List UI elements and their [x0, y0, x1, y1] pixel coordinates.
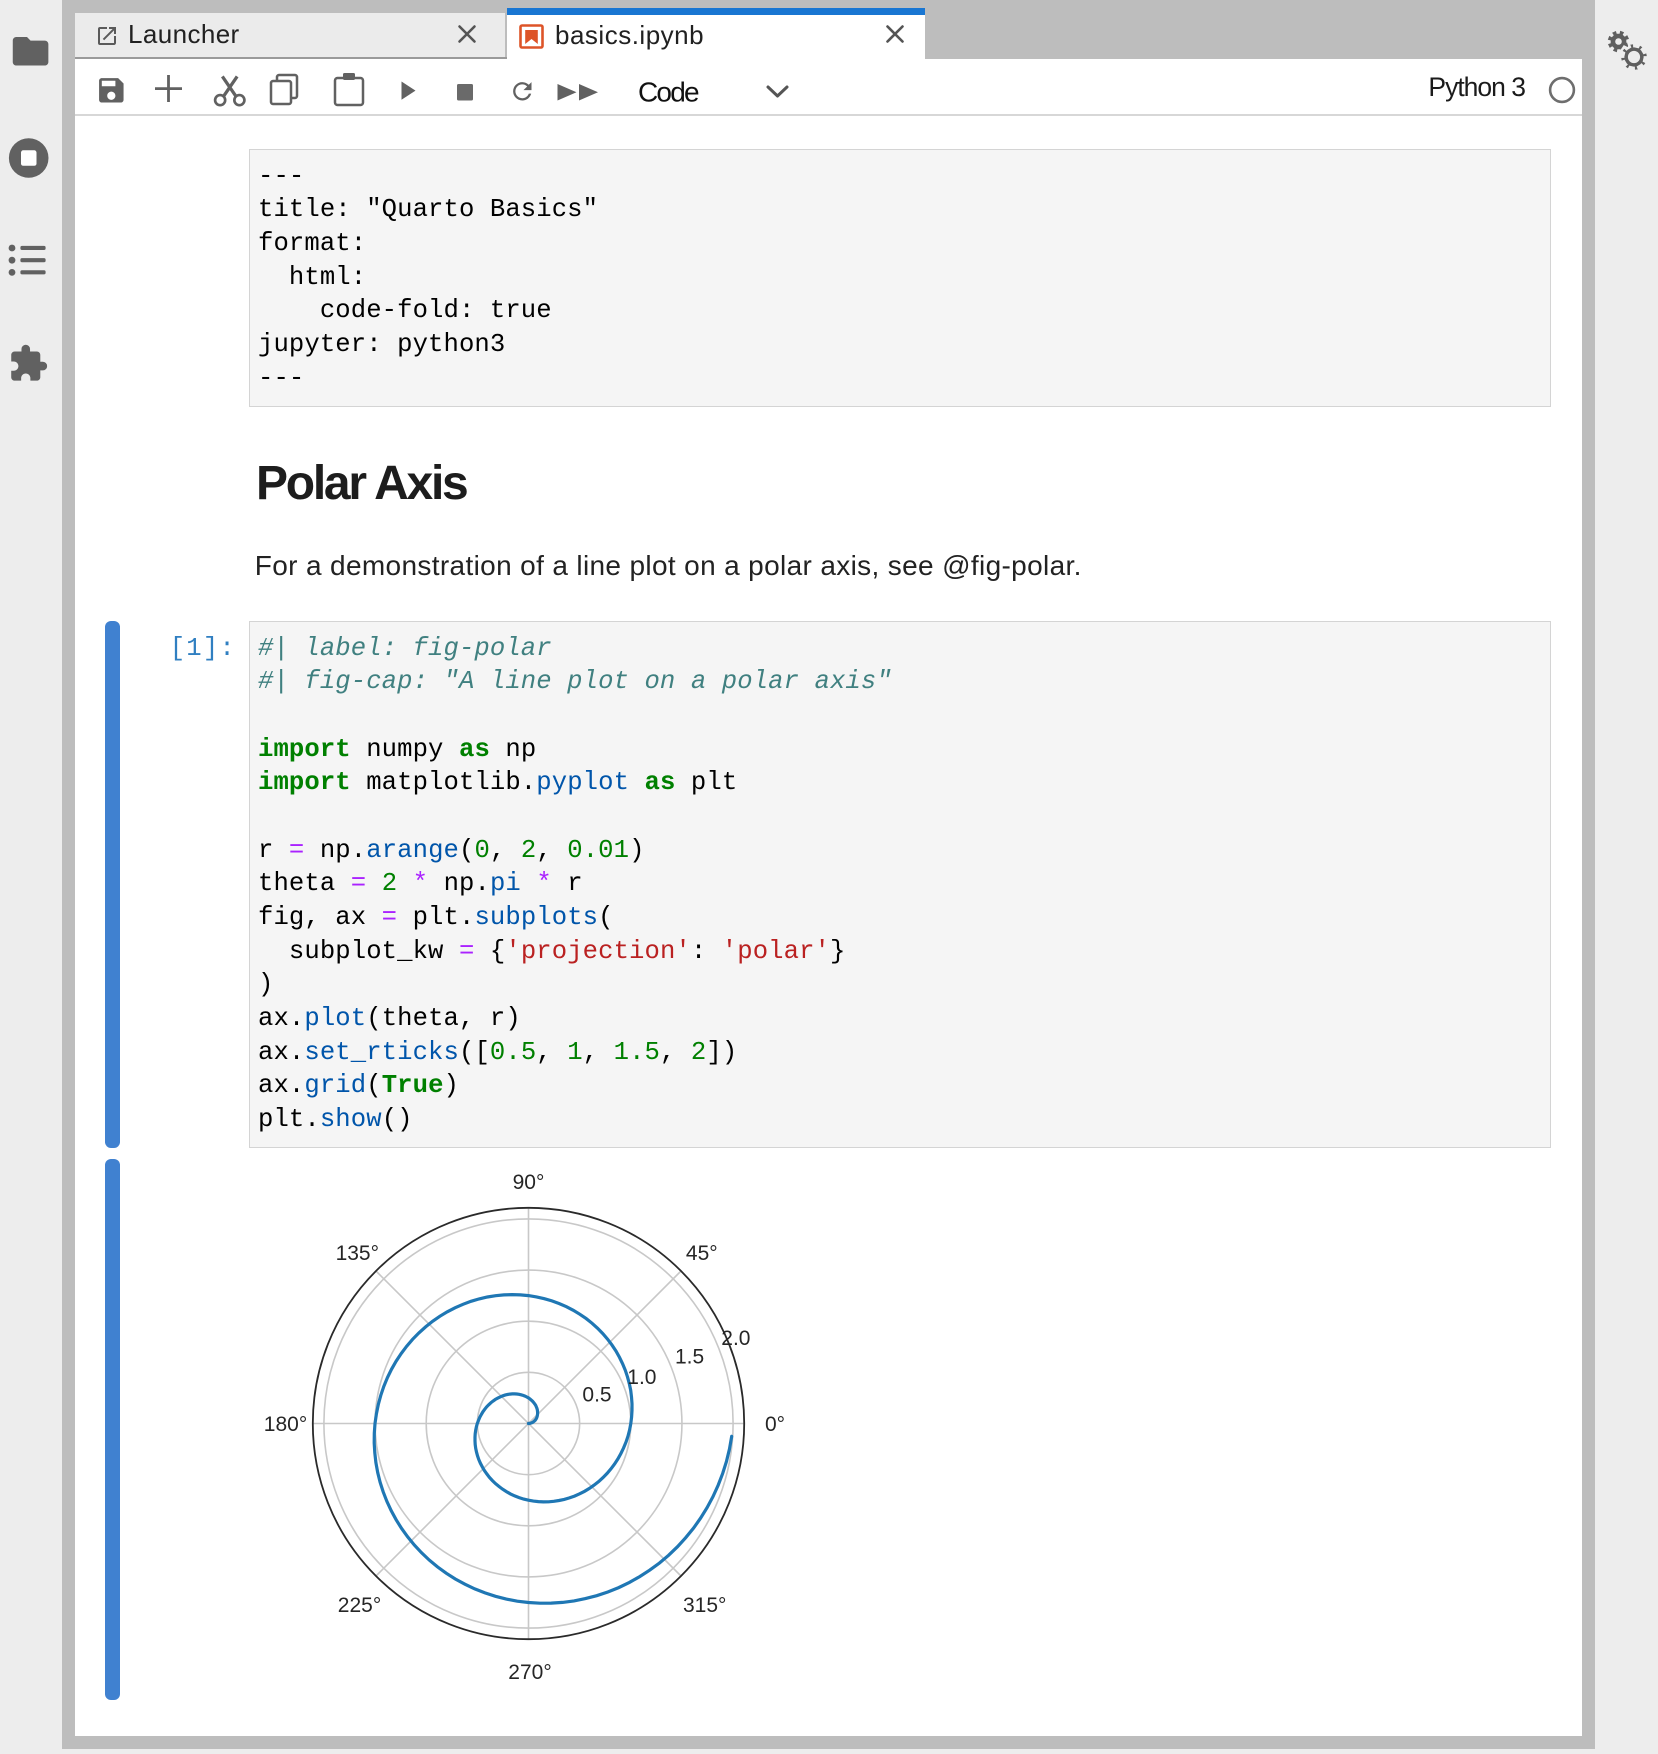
svg-text:1.5: 1.5	[675, 1346, 704, 1369]
svg-text:1.0: 1.0	[627, 1366, 656, 1389]
svg-text:45°: 45°	[686, 1242, 718, 1265]
svg-text:Code: Code	[638, 77, 699, 108]
svg-text:180°: 180°	[264, 1413, 307, 1436]
svg-text:315°: 315°	[683, 1594, 726, 1617]
svg-text:225°: 225°	[338, 1594, 381, 1617]
svg-text:0.5: 0.5	[582, 1383, 611, 1406]
svg-text:0°: 0°	[765, 1413, 785, 1436]
svg-text:270°: 270°	[508, 1661, 551, 1684]
svg-text:135°: 135°	[336, 1242, 379, 1265]
svg-text:2.0: 2.0	[721, 1327, 750, 1350]
svg-text:90°: 90°	[513, 1171, 545, 1194]
